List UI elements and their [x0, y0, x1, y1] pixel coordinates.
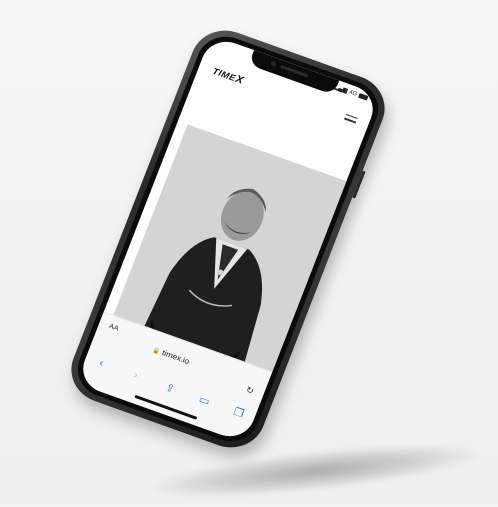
phone-bezel: ▂▄▆ 4G TIMEX AA 🔒timex.io ↻ ‹ › ⇪ ▭ ❐ [69, 28, 387, 450]
background: ▂▄▆ 4G TIMEX AA 🔒timex.io ↻ ‹ › ⇪ ▭ ❐ [0, 0, 498, 507]
hamburger-menu-icon[interactable] [343, 113, 358, 125]
text-size-button[interactable]: AA [108, 323, 120, 333]
phone-screen: ▂▄▆ 4G TIMEX AA 🔒timex.io ↻ ‹ › ⇪ ▭ ❐ [76, 34, 380, 444]
phone-frame: ▂▄▆ 4G TIMEX AA 🔒timex.io ↻ ‹ › ⇪ ▭ ❐ [61, 21, 395, 457]
url-text: timex.io [160, 348, 191, 366]
network-label: 4G [348, 89, 359, 98]
address-bar[interactable]: 🔒timex.io [152, 345, 191, 366]
status-bar: ▂▄▆ 4G [333, 83, 369, 101]
bookmarks-icon[interactable]: ▭ [193, 391, 217, 410]
site-logo[interactable]: TIMEX [211, 65, 245, 87]
earpiece-speaker [280, 64, 309, 78]
notch [248, 50, 340, 96]
lock-icon: 🔒 [151, 347, 161, 356]
tabs-icon[interactable]: ❐ [227, 403, 251, 422]
signal-icon: ▂▄▆ [332, 84, 349, 95]
battery-icon [358, 92, 369, 101]
reload-icon[interactable]: ↻ [244, 385, 256, 398]
back-icon[interactable]: ‹ [90, 354, 114, 372]
front-camera [270, 60, 277, 67]
phone-mockup: ▂▄▆ 4G TIMEX AA 🔒timex.io ↻ ‹ › ⇪ ▭ ❐ [61, 21, 395, 457]
share-icon[interactable]: ⇪ [158, 378, 182, 397]
forward-icon[interactable]: › [124, 367, 148, 385]
logo-text: TIME [211, 65, 238, 84]
browser-nav: ‹ › ⇪ ▭ ❐ [89, 352, 252, 423]
